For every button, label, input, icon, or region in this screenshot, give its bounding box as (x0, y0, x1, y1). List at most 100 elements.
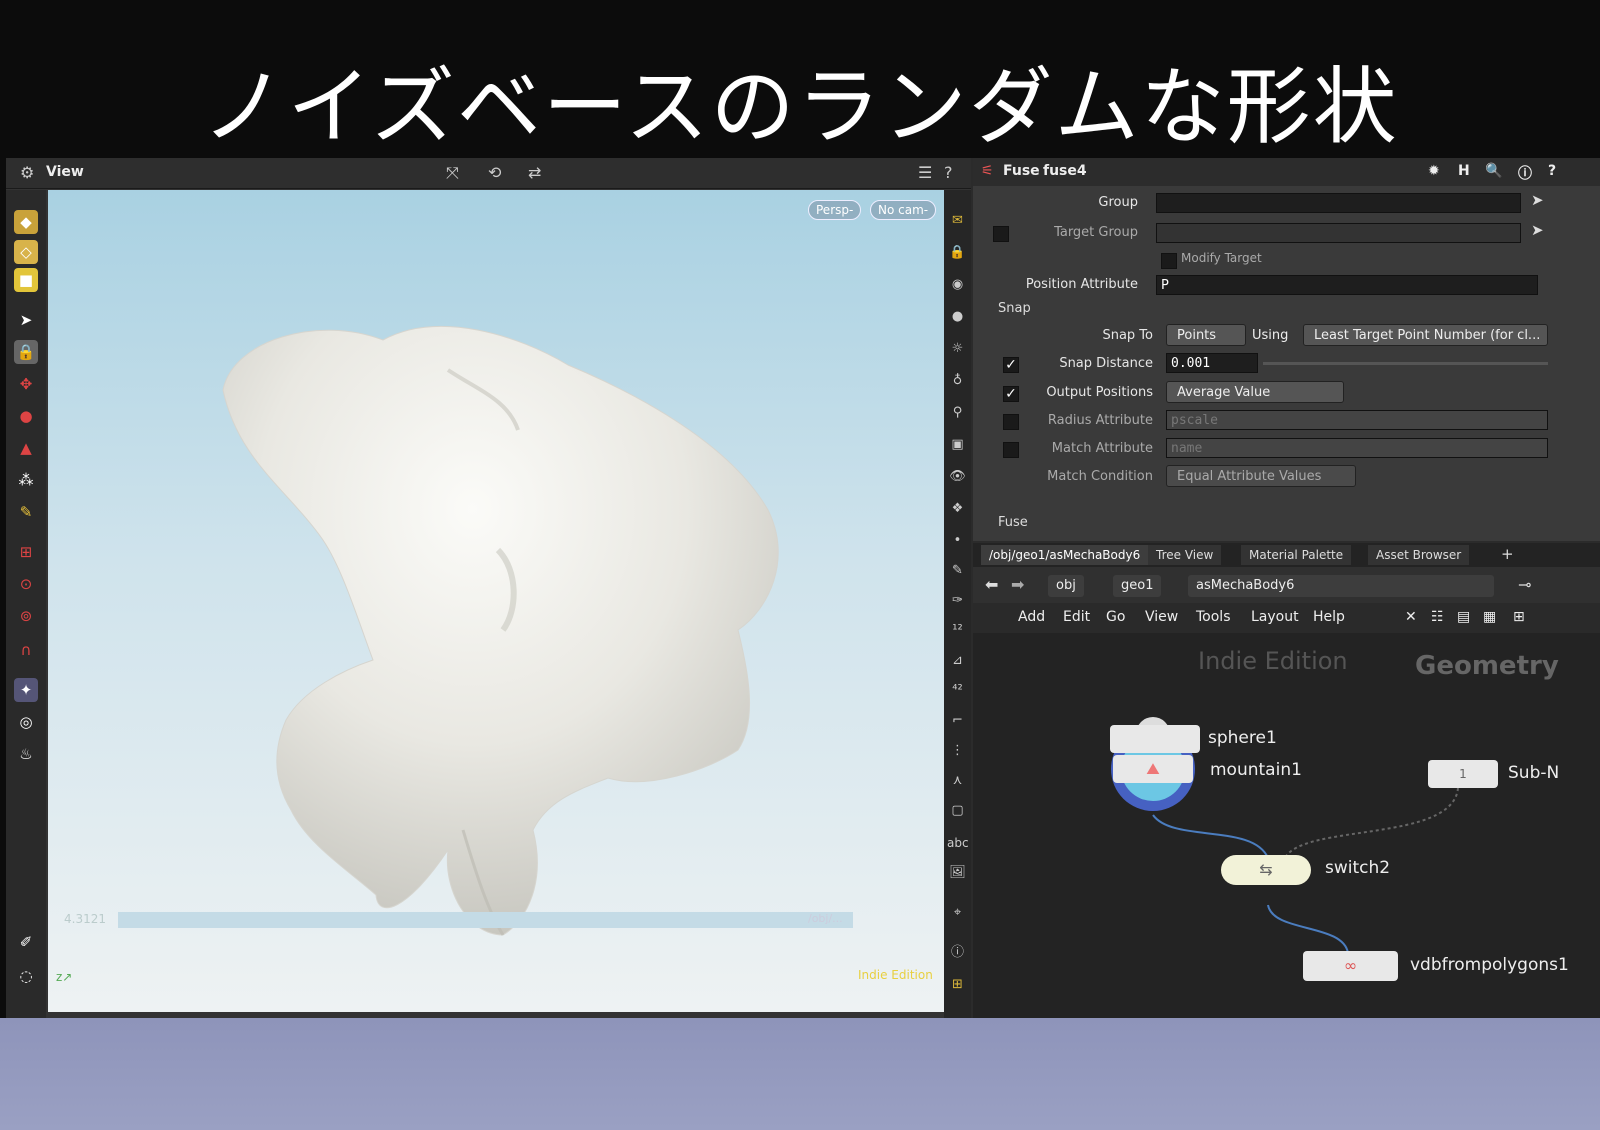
light-icon[interactable]: ♨ (14, 742, 38, 766)
3d-viewport[interactable]: Persp- No cam- 4.3121 /obj/... Indie Edi… (48, 190, 970, 1012)
points-mode-icon[interactable]: ◇ (14, 240, 38, 264)
group-field[interactable] (1156, 193, 1521, 213)
tab-tree-view[interactable]: Tree View (1148, 545, 1222, 565)
select-arrow-icon[interactable]: ➤ (14, 308, 38, 332)
back-arrow-icon[interactable]: ⬅ (985, 575, 998, 594)
grid-icon[interactable]: ⊞ (947, 974, 968, 996)
numbers-icon[interactable]: ¹² (947, 620, 968, 642)
camera-icon[interactable]: ◉ (947, 274, 968, 296)
vdb-node[interactable]: ∞ (1303, 951, 1398, 981)
breadcrumb-network[interactable]: asMechaBody6 (1188, 575, 1494, 597)
dot-icon[interactable]: • (947, 530, 968, 552)
eraser-icon[interactable]: ◌ (14, 964, 38, 988)
snap-distance-field[interactable]: 0.001 (1166, 353, 1258, 373)
node-name-field[interactable]: fuse4 (1043, 163, 1087, 179)
breadcrumb-obj[interactable]: obj (1048, 575, 1084, 597)
frame-icon[interactable]: ▣ (947, 434, 968, 456)
select-mode-icon[interactable]: ◆ (14, 210, 38, 234)
display-lights-icon[interactable]: ✉ (947, 210, 968, 232)
mountain-node[interactable]: ⛰ (1113, 755, 1193, 783)
paint-icon[interactable]: ✐ (14, 930, 38, 954)
magnet-icon[interactable]: ∩ (14, 638, 38, 662)
timeline-bar[interactable] (118, 912, 853, 928)
tree-icon[interactable]: ☷ (1431, 609, 1444, 625)
layout-grid-icon[interactable]: ⊞ (1513, 609, 1525, 625)
target-group-select-arrow-icon[interactable]: ➤ (1531, 221, 1544, 239)
menu-edit[interactable]: Edit (1063, 609, 1090, 625)
snap-distance-slider[interactable] (1263, 362, 1548, 365)
snap-section-heading[interactable]: Snap (998, 301, 1031, 316)
display-options-icon[interactable]: ☰ (918, 163, 932, 182)
scale-handle-icon[interactable]: ⇄ (528, 163, 541, 182)
vertex-icon[interactable]: ⋮ (947, 740, 968, 762)
help-icon[interactable]: ? (944, 163, 953, 182)
ghost-icon[interactable]: ❖ (947, 498, 968, 520)
fuse-section-heading[interactable]: Fuse (998, 515, 1028, 530)
match-condition-dropdown[interactable]: Equal Attribute Values (1166, 465, 1356, 487)
pose-tool-icon[interactable]: ✎ (14, 500, 38, 524)
help-icon[interactable]: ? (1548, 163, 1556, 179)
pin-icon[interactable]: ⊸ (1518, 575, 1531, 594)
output-positions-dropdown[interactable]: Average Value (1166, 381, 1344, 403)
normals-icon[interactable]: ⊿ (947, 650, 968, 672)
move-tool-icon[interactable]: ✥ (14, 372, 38, 396)
snap-point-icon[interactable]: ⊚ (14, 604, 38, 628)
breadcrumb-geo[interactable]: geo1 (1113, 575, 1162, 597)
bulb-small-icon[interactable]: ♁ (947, 370, 968, 392)
render-region-icon[interactable]: ◎ (14, 710, 38, 734)
sphere-shade-icon[interactable]: ● (947, 306, 968, 328)
add-tab-icon[interactable]: + (1501, 545, 1514, 563)
prim-numbers-icon[interactable]: ⁴² (947, 680, 968, 702)
wrench-icon[interactable]: ✕ (1405, 609, 1417, 625)
scale-tool-icon[interactable]: ▲ (14, 436, 38, 460)
menu-add[interactable]: Add (1018, 609, 1045, 625)
primitives-mode-icon[interactable]: ■ (14, 268, 38, 292)
radius-attribute-field[interactable]: pscale (1166, 410, 1548, 430)
position-attribute-field[interactable]: P (1156, 275, 1538, 295)
rotate-handle-icon[interactable]: ⟲ (488, 163, 501, 182)
using-dropdown[interactable]: Least Target Point Number (for cl... (1303, 324, 1548, 346)
handle-tool-icon[interactable]: ⁂ (14, 468, 38, 492)
menu-layout[interactable]: Layout (1251, 609, 1299, 625)
transform-handle-icon[interactable]: ⤧ (446, 163, 459, 183)
viewer-pane-icon[interactable]: ⚙ (20, 163, 34, 182)
pin-icon[interactable]: ⌖ (947, 902, 968, 924)
text-label-toggle[interactable]: abc (947, 832, 969, 854)
menu-view[interactable]: View (1145, 609, 1178, 625)
modify-target-checkbox[interactable] (1161, 253, 1177, 269)
match-attribute-field[interactable]: name (1166, 438, 1548, 458)
eye-icon[interactable]: 👁 (947, 466, 968, 488)
menu-go[interactable]: Go (1106, 609, 1125, 625)
viewer-title[interactable]: View (46, 164, 84, 180)
info-icon[interactable]: ⓘ (947, 942, 968, 964)
switch-node[interactable]: ⇆ (1221, 855, 1311, 885)
subnet-node[interactable]: 1 (1428, 760, 1498, 788)
tab-network-path[interactable]: /obj/geo1/asMechaBody6 (981, 545, 1149, 565)
rotate-tool-icon[interactable]: ● (14, 404, 38, 428)
brush-icon[interactable]: ✎ (947, 560, 968, 582)
menu-tools[interactable]: Tools (1196, 609, 1231, 625)
view-tool-icon[interactable]: ✦ (14, 678, 38, 702)
box-icon[interactable]: ▢ (947, 800, 968, 822)
group-select-arrow-icon[interactable]: ➤ (1531, 191, 1544, 209)
uv-icon[interactable]: ⌐ (947, 710, 968, 732)
branch-icon[interactable]: ⋏ (947, 770, 968, 792)
pen-icon[interactable]: ✑ (947, 590, 968, 612)
snap-to-dropdown[interactable]: Points (1166, 324, 1246, 346)
point-display-icon[interactable]: ⚲ (947, 402, 968, 424)
snap-grid-icon[interactable]: ⊞ (14, 540, 38, 564)
snap-prim-icon[interactable]: ⊙ (14, 572, 38, 596)
grid-icon[interactable]: ▦ (1483, 609, 1496, 625)
target-group-field[interactable] (1156, 223, 1521, 243)
list-icon[interactable]: ▤ (1457, 609, 1470, 625)
tab-material-palette[interactable]: Material Palette (1241, 545, 1352, 565)
image-icon[interactable]: 🖼 (947, 862, 968, 884)
lock-icon[interactable]: 🔒 (14, 340, 38, 364)
network-canvas[interactable]: Indie Edition Geometry sphere1 ⛰ mountai… (973, 633, 1600, 1018)
info-icon[interactable]: ⓘ (1518, 163, 1532, 183)
gear-icon[interactable]: ✹ (1428, 163, 1440, 179)
lock-camera-icon[interactable]: 🔒 (947, 242, 968, 264)
menu-help[interactable]: Help (1313, 609, 1345, 625)
search-icon[interactable]: 🔍 (1485, 163, 1502, 179)
tab-asset-browser[interactable]: Asset Browser (1368, 545, 1470, 565)
